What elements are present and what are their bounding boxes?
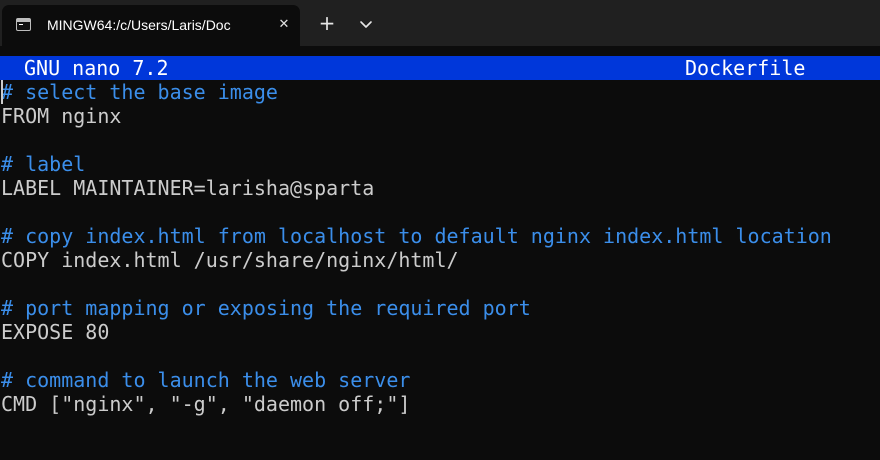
tab-mingw64[interactable]: MINGW64:/c/Users/Laris/Doc ✕ (2, 5, 300, 46)
tab-title: MINGW64:/c/Users/Laris/Doc (47, 17, 231, 33)
code-line: FROM nginx (1, 104, 122, 128)
nano-header-bar: GNU nano 7.2 Dockerfile (0, 56, 880, 80)
comment-line: # select the base image (1, 80, 278, 104)
chevron-down-icon[interactable] (356, 14, 376, 34)
code-line: CMD ["nginx", "-g", "daemon off;"] (1, 392, 411, 416)
comment-line: # command to launch the web server (1, 368, 411, 392)
comment-line: # copy index.html from localhost to defa… (1, 224, 832, 248)
terminal-content[interactable]: GNU nano 7.2 Dockerfile # select the bas… (0, 46, 880, 460)
editor-text-area[interactable]: # select the base image FROM nginx # label… (1, 80, 880, 416)
comment-line: # port mapping or exposing the required … (1, 296, 531, 320)
code-line: EXPOSE 80 (1, 320, 110, 344)
code-line: COPY index.html /usr/share/nginx/html/ (1, 248, 459, 272)
terminal-icon (16, 18, 31, 31)
plus-icon[interactable]: + (317, 13, 337, 34)
code-line: LABEL MAINTAINER=larisha@sparta (1, 176, 375, 200)
terminal-window: MINGW64:/c/Users/Laris/Doc ✕ + GNU nano … (0, 0, 880, 460)
nano-filename: Dockerfile (685, 56, 806, 80)
comment-line: # label (1, 152, 86, 176)
tab-bar: MINGW64:/c/Users/Laris/Doc ✕ + (0, 0, 880, 46)
close-icon[interactable]: ✕ (275, 16, 293, 34)
nano-version: GNU nano 7.2 (24, 56, 169, 80)
text-cursor (1, 80, 3, 104)
